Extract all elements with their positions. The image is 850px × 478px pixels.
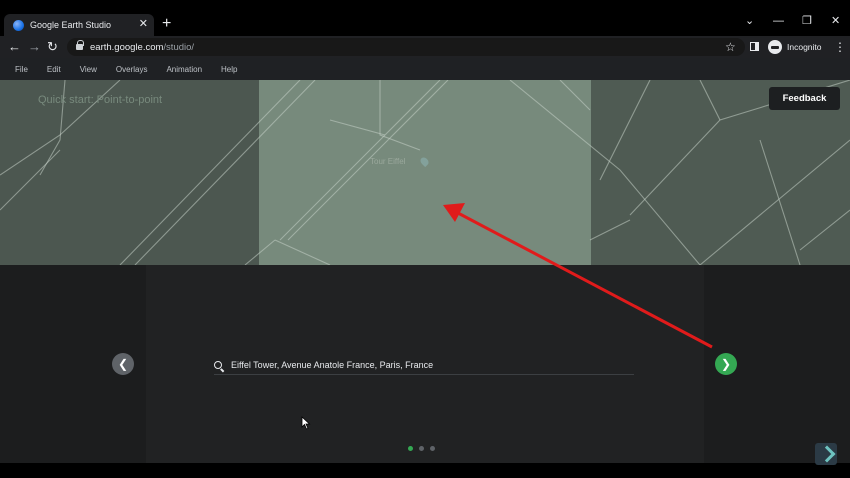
- browser-tab[interactable]: Google Earth Studio ✕: [4, 14, 154, 36]
- lock-icon: [76, 40, 84, 51]
- mouse-cursor-icon: [301, 416, 311, 430]
- browser-toolbar: ← → ↻ earth.google.com/studio/ ☆ Incogni…: [0, 36, 850, 58]
- chevron-left-icon: ❮: [117, 357, 129, 371]
- map-streets: [0, 80, 850, 265]
- menu-overlays[interactable]: Overlays: [116, 65, 148, 74]
- feedback-button[interactable]: Feedback: [769, 87, 840, 110]
- tab-title: Google Earth Studio: [30, 20, 112, 30]
- minimize-button[interactable]: —: [773, 14, 784, 28]
- quick-start-label: Quick start: Point-to-point: [38, 94, 163, 106]
- search-input[interactable]: [231, 356, 631, 373]
- next-button[interactable]: ❯: [715, 353, 737, 375]
- chevron-right-icon: ❯: [720, 357, 732, 371]
- close-window-button[interactable]: ✕: [831, 14, 840, 28]
- back-icon[interactable]: ←: [8, 39, 21, 55]
- menu-help[interactable]: Help: [221, 65, 237, 74]
- menu-view[interactable]: View: [80, 65, 97, 74]
- watermark-logo-icon: [815, 443, 837, 465]
- incognito-label[interactable]: Incognito: [787, 42, 822, 52]
- address-bar[interactable]: earth.google.com/studio/: [67, 38, 745, 56]
- previous-button[interactable]: ❮: [112, 353, 134, 375]
- browser-menu-icon[interactable]: ⋮: [834, 39, 846, 55]
- place-label: Tour Eiffel: [370, 157, 406, 166]
- bottom-strip: [0, 463, 850, 478]
- menu-animation[interactable]: Animation: [166, 65, 202, 74]
- quick-start-panel: ❮ ❯: [0, 265, 850, 463]
- restore-button[interactable]: ❐: [802, 14, 812, 28]
- page-dot-3[interactable]: [430, 446, 435, 451]
- location-search[interactable]: [214, 356, 634, 375]
- browser-tab-bar: Google Earth Studio ✕ + ⌄ — ❐ ✕: [0, 0, 850, 36]
- pagination-dots: [408, 446, 441, 451]
- bookmark-star-icon[interactable]: ☆: [725, 39, 736, 55]
- new-tab-button[interactable]: +: [162, 15, 171, 33]
- side-panel-icon[interactable]: [750, 42, 759, 51]
- map-preview[interactable]: Quick start: Point-to-point Tour Eiffel …: [0, 80, 850, 265]
- menu-file[interactable]: File: [15, 65, 28, 74]
- reload-icon[interactable]: ↻: [47, 39, 58, 55]
- search-icon: [214, 361, 222, 369]
- app-menu-bar: File Edit View Overlays Animation Help: [0, 58, 850, 80]
- menu-edit[interactable]: Edit: [47, 65, 61, 74]
- forward-icon[interactable]: →: [28, 39, 41, 55]
- incognito-icon[interactable]: [768, 40, 782, 54]
- tab-close-icon[interactable]: ✕: [139, 18, 148, 30]
- page-dot-2[interactable]: [419, 446, 424, 451]
- url-text: earth.google.com/studio/: [90, 41, 195, 53]
- earth-favicon-icon: [13, 19, 24, 31]
- tab-search-icon[interactable]: ⌄: [745, 14, 754, 28]
- page-dot-1[interactable]: [408, 446, 413, 451]
